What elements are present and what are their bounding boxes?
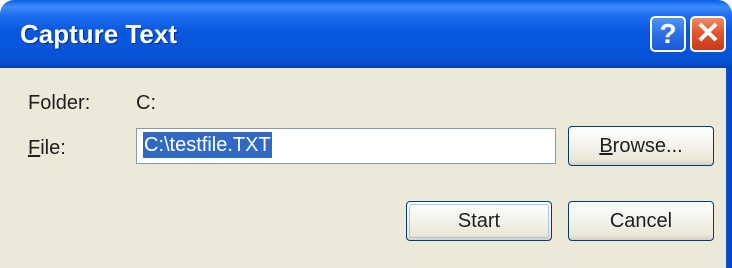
browse-button[interactable]: Browse...	[568, 126, 714, 166]
close-icon: ✕	[695, 17, 721, 50]
start-button[interactable]: Start	[406, 201, 552, 241]
close-button[interactable]: ✕	[690, 16, 726, 52]
cancel-label: Cancel	[609, 209, 673, 232]
window-frame-right	[726, 68, 732, 268]
window-title: Capture Text	[20, 19, 177, 49]
folder-value: C:	[136, 92, 156, 114]
browse-label: rowse...	[612, 134, 683, 157]
browse-accelerator: B	[599, 134, 613, 157]
file-label-accelerator: F	[28, 137, 41, 159]
capture-text-dialog: Capture Text ? ✕ Folder: C: File: C:\tes…	[0, 0, 732, 268]
file-label-text: ile:	[40, 137, 66, 159]
cancel-button[interactable]: Cancel	[568, 201, 714, 241]
file-path-input[interactable]: C:\testfile.TXT	[136, 128, 556, 164]
question-mark-icon: ?	[659, 18, 677, 49]
file-path-value: C:\testfile.TXT	[143, 132, 272, 158]
file-label: File:	[28, 136, 66, 160]
title-bar[interactable]: Capture Text ? ✕	[0, 0, 732, 68]
folder-label: Folder:	[28, 92, 91, 114]
start-label: Start	[457, 209, 501, 232]
help-button[interactable]: ?	[650, 16, 686, 52]
